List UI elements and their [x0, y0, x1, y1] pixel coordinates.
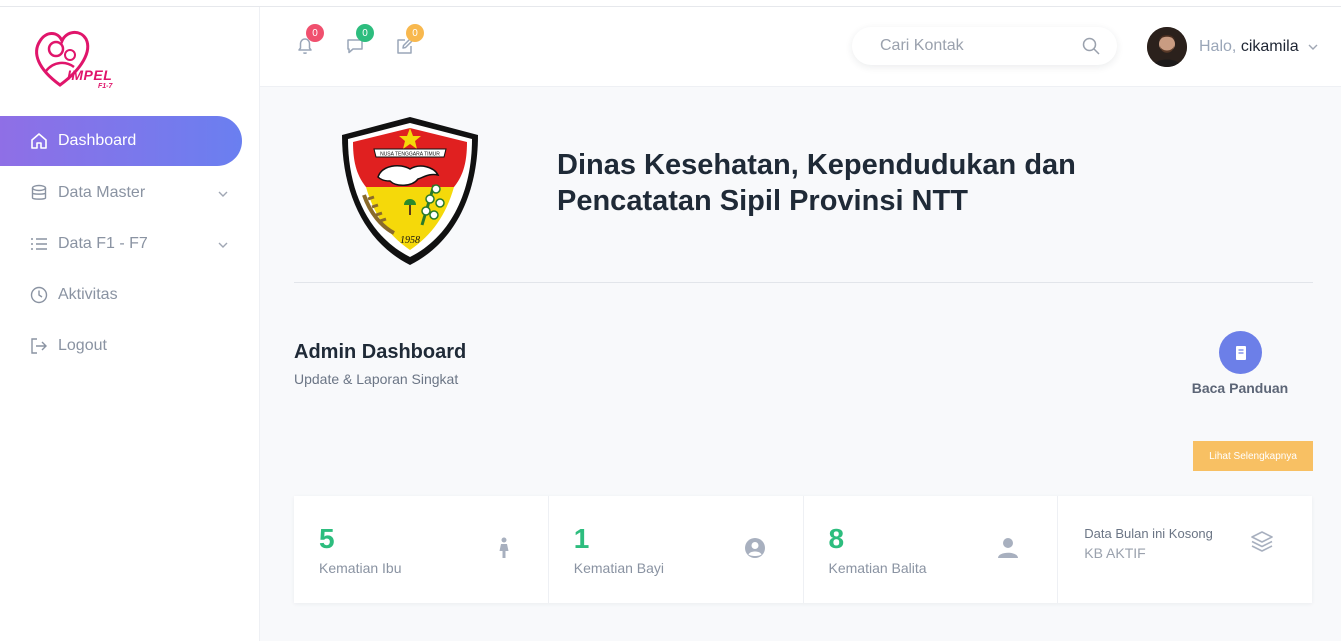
ntt-emblem: NUSA TENGGARA TIMUR 1958 — [334, 115, 486, 267]
stats-cards: 5 Kematian Ibu 1 Kematian Bayi 8 Kematia… — [294, 496, 1312, 603]
sidebar-item-label: Logout — [58, 336, 107, 354]
sidebar: IMPEL F1-7 Dashboard Data Master Data F1… — [0, 7, 260, 641]
search-input[interactable] — [880, 37, 1070, 55]
logo-subtext: F1-7 — [98, 83, 113, 90]
chevron-down-icon[interactable] — [1306, 40, 1320, 54]
stat-note: Data Bulan ini Kosong — [1084, 526, 1213, 541]
sidebar-item-label: Dashboard — [58, 132, 137, 149]
sidebar-nav: Dashboard Data Master Data F1 - F7 Aktiv… — [0, 116, 260, 371]
search-box — [852, 27, 1117, 65]
sidebar-item-logout[interactable]: Logout — [0, 320, 260, 371]
database-icon — [30, 184, 48, 202]
search-icon[interactable] — [1082, 37, 1100, 55]
emblem-year-text: 1958 — [400, 235, 420, 246]
agency-title: Dinas Kesehatan, Kependudukan dan Pencat… — [557, 147, 1177, 219]
notification-count-badge: 0 — [306, 24, 324, 42]
stat-card-infant-deaths[interactable]: 1 Kematian Bayi — [549, 496, 804, 603]
list-icon — [30, 235, 48, 253]
page-subtitle: Update & Laporan Singkat — [294, 371, 459, 387]
sidebar-item-label: Aktivitas — [58, 285, 118, 303]
stat-label: Kematian Bayi — [573, 560, 665, 576]
stat-label: KB AKTIF — [1084, 545, 1146, 561]
chevron-down-icon — [218, 191, 228, 197]
logout-icon — [30, 337, 48, 355]
stat-label: Kematian Ibu — [319, 560, 402, 576]
stat-value: 1 — [573, 523, 590, 554]
notifications-button[interactable]: 0 — [295, 24, 324, 56]
logo-text: IMPEL — [67, 67, 113, 83]
stat-card-kb-aktif[interactable]: Data Bulan ini Kosong KB AKTIF — [1058, 496, 1312, 603]
logo-heart-icon — [35, 31, 90, 87]
see-more-button[interactable]: Lihat Selengkapnya — [1193, 441, 1313, 471]
avatar[interactable] — [1147, 27, 1187, 67]
stat-card-toddler-deaths[interactable]: 8 Kematian Balita — [804, 496, 1059, 603]
sidebar-item-data-f1-f7[interactable]: Data F1 - F7 — [0, 218, 260, 269]
home-icon — [30, 132, 48, 150]
layers-icon — [1251, 531, 1274, 552]
user-photo — [1147, 27, 1187, 67]
page-title: Admin Dashboard — [294, 341, 467, 363]
clock-icon — [30, 286, 48, 304]
user-icon — [997, 538, 1018, 558]
book-icon — [1235, 345, 1246, 360]
guide-label[interactable]: Baca Panduan — [1180, 380, 1300, 396]
greeting-text: Halo, — [1199, 38, 1237, 55]
province-emblem-icon: NUSA TENGGARA TIMUR 1958 — [342, 117, 478, 265]
emblem-ribbon-text: NUSA TENGGARA TIMUR — [380, 152, 440, 158]
tasks-button[interactable]: 0 — [395, 24, 424, 56]
stat-card-maternal-deaths[interactable]: 5 Kematian Ibu — [294, 496, 549, 603]
female-icon — [499, 537, 509, 558]
sidebar-item-aktivitas[interactable]: Aktivitas — [0, 269, 260, 320]
sidebar-item-data-master[interactable]: Data Master — [0, 167, 260, 218]
messages-button[interactable]: 0 — [345, 24, 374, 56]
stat-value: 5 — [319, 523, 335, 554]
agency-title-line2: Pencatatan Sipil Provinsi NTT — [557, 185, 968, 217]
agency-title-line1: Dinas Kesehatan, Kependudukan dan — [557, 149, 1076, 181]
top-header: 0 0 0 Halo, cikamila — [260, 7, 1341, 87]
stat-value: 8 — [828, 523, 845, 554]
divider — [294, 282, 1313, 283]
browser-top-strip — [0, 0, 1341, 7]
user-greeting[interactable]: Halo, cikamila — [1199, 38, 1299, 56]
stat-label: Kematian Balita — [828, 560, 927, 576]
task-count-badge: 0 — [406, 24, 424, 42]
user-name: cikamila — [1240, 38, 1299, 55]
app-logo[interactable]: IMPEL F1-7 — [30, 21, 130, 95]
chevron-down-icon — [218, 242, 228, 248]
sidebar-item-label: Data F1 - F7 — [58, 234, 148, 252]
sidebar-item-label: Data Master — [58, 183, 146, 201]
sidebar-item-dashboard[interactable]: Dashboard — [0, 116, 242, 166]
message-count-badge: 0 — [356, 24, 374, 42]
user-circle-icon — [744, 538, 765, 558]
guide-button[interactable] — [1219, 331, 1262, 374]
